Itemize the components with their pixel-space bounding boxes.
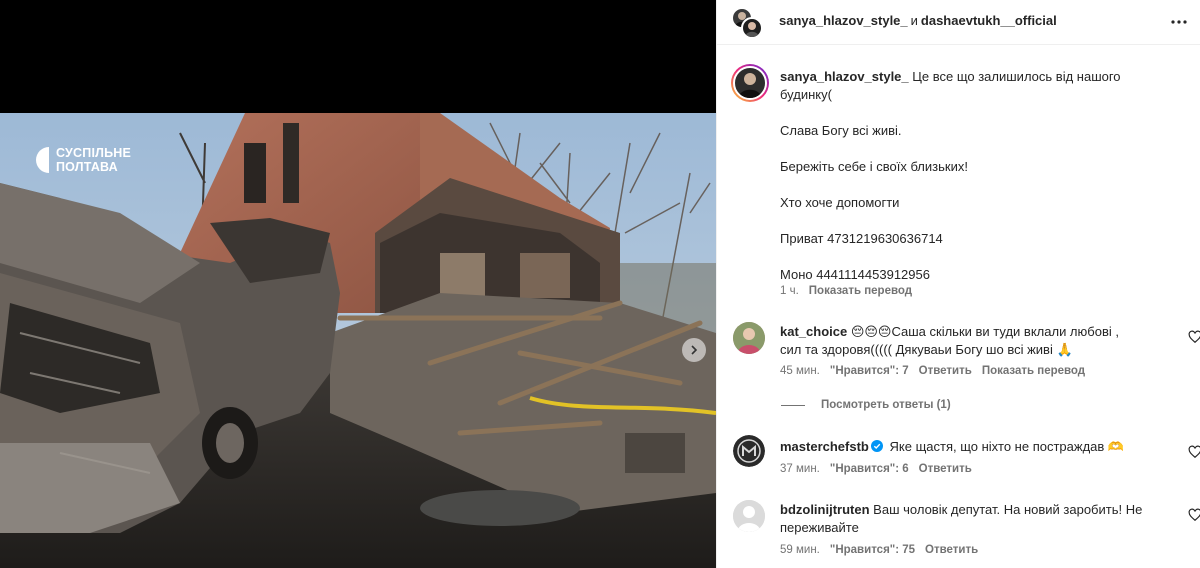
heart-icon[interactable] — [1188, 330, 1200, 344]
avatar[interactable] — [733, 435, 765, 467]
comment-likes[interactable]: "Нравится": 7 — [830, 365, 909, 377]
view-replies-button[interactable]: Посмотреть ответы (1) — [781, 399, 951, 411]
next-media-button[interactable] — [682, 338, 706, 362]
verified-badge-icon — [870, 440, 883, 452]
post-photo[interactable] — [0, 113, 716, 568]
header-divider — [717, 44, 1200, 45]
comment-time[interactable]: 45 мин. — [780, 365, 820, 377]
comment-text-line: Яке щастя, що ніхто не постраждав 🫶 — [889, 439, 1125, 454]
post-side-panel: sanya_hlazov_style_ и dashaevtukh__officia… — [716, 0, 1200, 568]
watermark-text: СУСПІЛЬНЕ ПОЛТАВА — [56, 146, 131, 174]
reply-button[interactable]: Ответить — [919, 365, 972, 377]
comment-username[interactable]: bdzolinijtruten — [780, 502, 870, 517]
caption-line: будинку( — [780, 87, 832, 102]
caption-line: Моно 4441114453912956 — [780, 267, 930, 282]
reply-button[interactable]: Ответить — [925, 544, 978, 556]
more-horizontal-icon[interactable] — [1167, 10, 1191, 34]
comment-text: bdzolinijtruten Ваш чоловік депутат. На … — [780, 501, 1160, 537]
view-replies-label: Посмотреть ответы (1) — [821, 399, 951, 411]
post-header: sanya_hlazov_style_ и dashaevtukh__officia… — [717, 0, 1200, 44]
caption-line: Бережіть себе і своїх близьких! — [780, 159, 968, 174]
comment-meta: 59 мин. "Нравится": 75 Ответить — [780, 544, 978, 556]
comment-username[interactable]: masterchefstb — [780, 439, 869, 454]
comment-time[interactable]: 59 мин. — [780, 544, 820, 556]
caption-text: sanya_hlazov_style_ Це все що залишилось… — [780, 68, 1180, 284]
avatar[interactable] — [733, 500, 765, 532]
comment-text: masterchefstb Яке щастя, що ніхто не пос… — [780, 438, 1160, 456]
caption-line: Це все що залишилось від нашого — [912, 69, 1121, 84]
caption-username[interactable]: sanya_hlazov_style_ — [780, 69, 909, 84]
watermark-line1: СУСПІЛЬНЕ — [56, 146, 132, 160]
watermark: СУСПІЛЬНЕ ПОЛТАВА — [34, 146, 131, 174]
destroyed-house-photo — [0, 113, 716, 568]
comment-text-line: Ваш чоловік депутат. На новий заробить! … — [873, 502, 1143, 517]
suspilne-logo-icon — [36, 147, 49, 173]
comment-text-line: сил та здоровя((((( Дякуваьи Богу шо всі… — [780, 342, 1073, 357]
collab-avatars[interactable] — [731, 7, 765, 41]
translate-link[interactable]: Показать перевод — [982, 365, 1085, 377]
caption-line: Приват 4731219630636714 — [780, 231, 943, 246]
caption-translate-link[interactable]: Показать перевод — [809, 285, 912, 297]
heart-icon[interactable] — [1188, 508, 1200, 522]
caption-meta: 1 ч. Показать перевод — [780, 285, 912, 297]
avatar[interactable] — [731, 64, 769, 102]
post-authors: sanya_hlazov_style_ и dashaevtukh__officia… — [779, 13, 1057, 28]
watermark-line2: ПОЛТАВА — [56, 160, 118, 174]
authors-conjunction: и — [910, 13, 918, 28]
caption-line: Хто хоче допомогти — [780, 195, 900, 210]
reply-button[interactable]: Ответить — [919, 463, 972, 475]
comment-time[interactable]: 37 мин. — [780, 463, 820, 475]
instagram-post-modal: СУСПІЛЬНЕ ПОЛТАВА sanya_hlazov_style_и — [0, 0, 1200, 568]
comment-meta: 45 мин. "Нравится": 7 Ответить Показать пер… — [780, 365, 1085, 377]
replies-line — [781, 404, 805, 406]
author-username-2[interactable]: dashaevtukh__official — [921, 13, 1057, 28]
default-avatar-icon — [733, 500, 765, 532]
caption-line: Слава Богу всі живі. — [780, 123, 902, 138]
chevron-right-icon — [691, 345, 698, 355]
comment-username[interactable]: kat_choice — [780, 324, 847, 339]
post-media: СУСПІЛЬНЕ ПОЛТАВА — [0, 0, 716, 568]
comment-meta: 37 мин. "Нравится": 6 Ответить — [780, 463, 972, 475]
comment-likes[interactable]: "Нравится": 75 — [830, 544, 915, 556]
comment-likes[interactable]: "Нравится": 6 — [830, 463, 909, 475]
caption-time[interactable]: 1 ч. — [780, 285, 799, 297]
comment-text-line: переживайте — [780, 520, 859, 535]
avatar — [741, 17, 763, 39]
heart-icon[interactable] — [1188, 445, 1200, 459]
comment-text: kat_choice 😔😔😔Саша скільки ви туди вклал… — [780, 323, 1160, 359]
avatar[interactable] — [733, 322, 765, 354]
comment-text-line: 😔😔😔Саша скільки ви туди вклали любові , — [850, 324, 1119, 339]
author-username-1[interactable]: sanya_hlazov_style_ — [779, 13, 908, 28]
masterchef-logo-icon — [733, 435, 765, 467]
